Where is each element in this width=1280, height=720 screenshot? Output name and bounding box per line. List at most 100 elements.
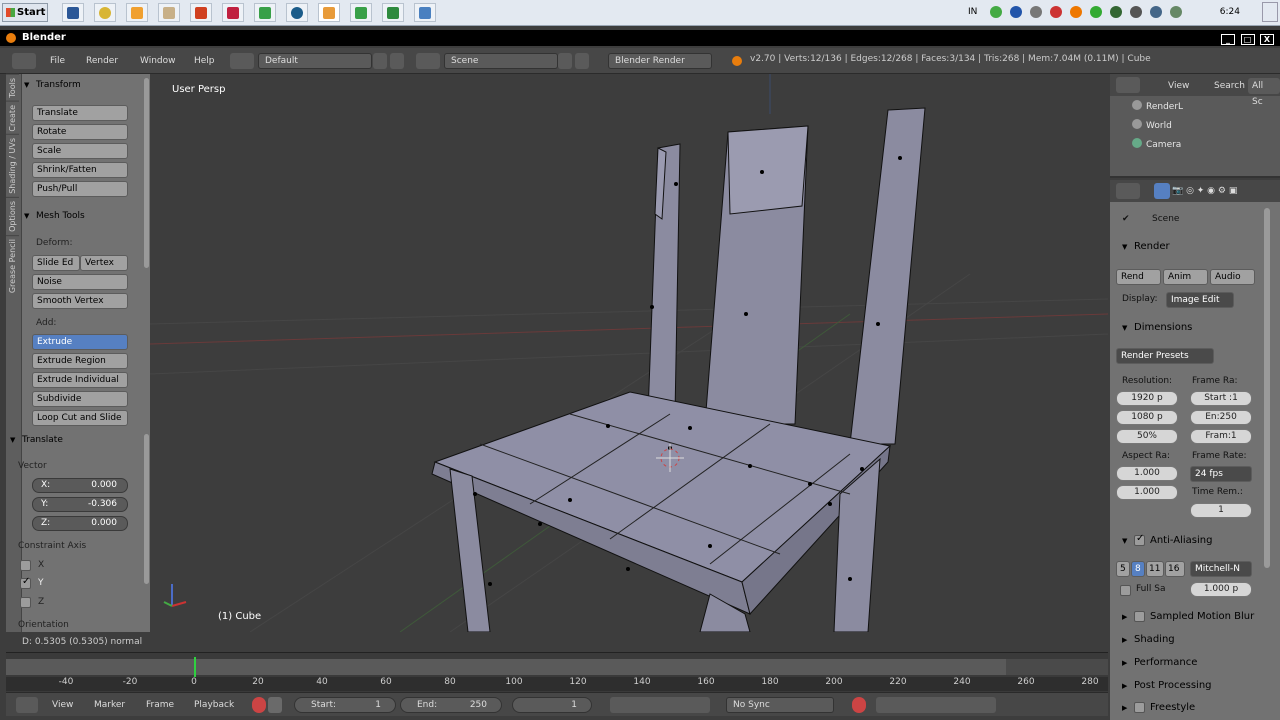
outliner-item-renderlayers[interactable]: RenderL (1132, 98, 1183, 116)
resolution-percentage-field[interactable]: 50% (1116, 429, 1178, 444)
filter-size-field[interactable]: 1.000 p (1190, 582, 1252, 597)
tray-icon[interactable] (990, 6, 1002, 18)
timeline-menu-playback[interactable]: Playback (194, 697, 234, 713)
aa-filter-select[interactable]: Mitchell-N (1190, 561, 1252, 577)
aspect-y-field[interactable]: 1.000 (1116, 485, 1178, 500)
menu-help[interactable]: Help (194, 53, 215, 69)
start-button[interactable]: Start (2, 3, 48, 22)
outliner-menu-view[interactable]: View (1168, 78, 1189, 94)
render-engine-select[interactable]: Blender Render (608, 53, 712, 69)
chair-mesh[interactable] (431, 107, 926, 632)
taskbar-folder-icon[interactable] (254, 3, 276, 22)
anti-aliasing-panel-header[interactable]: Anti-Aliasing (1122, 534, 1212, 548)
tray-icon[interactable] (1030, 6, 1042, 18)
tray-icon[interactable] (1050, 6, 1062, 18)
resolution-x-field[interactable]: 1920 p (1116, 391, 1178, 406)
render-panel-header[interactable]: Render (1122, 240, 1170, 254)
render-animation-button[interactable]: Anim (1163, 269, 1208, 285)
aa-samples-16[interactable]: 16 (1165, 561, 1185, 577)
loop-cut-slide-button[interactable]: Loop Cut and Slide (32, 410, 128, 426)
add-scene-icon[interactable] (558, 53, 572, 69)
add-layout-icon[interactable] (373, 53, 387, 69)
translate-operator-header[interactable]: Translate (8, 433, 63, 447)
clock[interactable]: 6:24 (1220, 7, 1240, 17)
menu-file[interactable]: File (50, 53, 65, 69)
menu-window[interactable]: Window (140, 53, 176, 69)
scale-button[interactable]: Scale (32, 143, 128, 159)
render-audio-button[interactable]: Audio (1210, 269, 1255, 285)
timeline-track[interactable] (6, 659, 1006, 675)
extrude-region-button[interactable]: Extrude Region (32, 353, 128, 369)
taskbar-blender-icon[interactable] (190, 3, 212, 22)
playback-controls[interactable] (610, 697, 710, 713)
render-image-button[interactable]: Rend (1116, 269, 1161, 285)
outliner-menu-search[interactable]: Search (1214, 78, 1245, 94)
performance-panel-header[interactable]: Performance (1122, 656, 1197, 670)
editor-type-icon[interactable] (12, 53, 36, 69)
timeline-menu-view[interactable]: View (52, 697, 73, 713)
remove-scene-icon[interactable] (575, 53, 589, 69)
tab-shading-uvs[interactable]: Shading / UVs (6, 134, 19, 198)
scene-pin-icon[interactable]: ✔ (1122, 214, 1130, 224)
autokey-record-icon[interactable] (852, 697, 866, 713)
tab-options[interactable]: Options (6, 197, 19, 235)
use-preview-range-icon[interactable] (268, 697, 282, 713)
tray-icon[interactable] (1110, 6, 1122, 18)
vector-z-field[interactable]: Z: 0.000 (32, 516, 128, 531)
context-tabs[interactable]: 📷 ◎ ✦ ◉ ⚙ ▣ (1172, 183, 1280, 199)
shading-panel-header[interactable]: Shading (1122, 633, 1175, 647)
frame-end-field[interactable]: En:250 (1190, 410, 1252, 425)
translate-button[interactable]: Translate (32, 105, 128, 121)
taskbar-word-icon[interactable] (62, 3, 84, 22)
outliner-item-camera[interactable]: Camera (1132, 136, 1181, 154)
tab-tools[interactable]: Tools (6, 74, 19, 101)
aspect-x-field[interactable]: 1.000 (1116, 466, 1178, 481)
remove-layout-icon[interactable] (390, 53, 404, 69)
tab-grease-pencil[interactable]: Grease Pencil (6, 234, 19, 297)
timeline-editor-icon[interactable] (16, 697, 38, 713)
timeline-menu-marker[interactable]: Marker (94, 697, 125, 713)
slide-edge-button[interactable]: Slide Ed (32, 255, 80, 271)
tray-icon[interactable] (1070, 6, 1082, 18)
taskbar-chrome-icon[interactable] (94, 3, 116, 22)
taskbar-camtasia-icon[interactable] (286, 3, 308, 22)
aa-samples-5[interactable]: 5 (1116, 561, 1130, 577)
transform-panel-header[interactable]: Transform (22, 78, 81, 92)
record-preview-range-icon[interactable] (252, 697, 266, 713)
tab-create[interactable]: Create (6, 100, 19, 135)
bluetooth-icon[interactable] (1010, 6, 1022, 18)
time-remap-field[interactable]: 1 (1190, 503, 1252, 518)
taskbar-c-app-icon[interactable] (382, 3, 404, 22)
outliner-item-world[interactable]: World (1132, 117, 1172, 135)
end-frame-field[interactable]: End: 250 (400, 697, 502, 713)
extrude-individual-button[interactable]: Extrude Individual (32, 372, 128, 388)
outliner-editor-icon[interactable] (1116, 77, 1140, 93)
vector-x-field[interactable]: X: 0.000 (32, 478, 128, 493)
extrude-button[interactable]: Extrude (32, 334, 128, 350)
layout-field[interactable]: Default (258, 53, 372, 69)
operator-scrollbar[interactable] (144, 434, 149, 584)
taskbar-settings-icon[interactable] (318, 3, 340, 22)
close-button[interactable]: X (1260, 34, 1274, 45)
display-mode-select[interactable]: Image Edit (1166, 292, 1234, 308)
network-icon[interactable] (1130, 6, 1142, 18)
timeline[interactable]: -40 -20 0 20 40 60 80 100 120 140 160 180 200 220 240 2… (6, 652, 1108, 692)
smooth-vertex-button[interactable]: Smooth Vertex (32, 293, 128, 309)
minimize-button[interactable]: _ (1221, 34, 1236, 45)
volume-icon[interactable] (1150, 6, 1162, 18)
show-desktop-button[interactable] (1262, 2, 1278, 22)
slide-vertex-button[interactable]: Vertex (80, 255, 128, 271)
battery-icon[interactable] (1170, 6, 1182, 18)
subdivide-button[interactable]: Subdivide (32, 391, 128, 407)
rotate-button[interactable]: Rotate (32, 124, 128, 140)
taskbar-ppt-icon[interactable] (158, 3, 180, 22)
dimensions-panel-header[interactable]: Dimensions (1122, 321, 1192, 335)
timeline-menu-frame[interactable]: Frame (146, 697, 174, 713)
frame-start-field[interactable]: Start :1 (1190, 391, 1252, 406)
render-context-icon[interactable] (1154, 183, 1170, 199)
full-sample-checkbox[interactable] (1120, 585, 1131, 596)
resolution-y-field[interactable]: 1080 p (1116, 410, 1178, 425)
post-processing-panel-header[interactable]: Post Processing (1122, 679, 1212, 693)
taskbar-image-icon[interactable] (414, 3, 436, 22)
noise-button[interactable]: Noise (32, 274, 128, 290)
